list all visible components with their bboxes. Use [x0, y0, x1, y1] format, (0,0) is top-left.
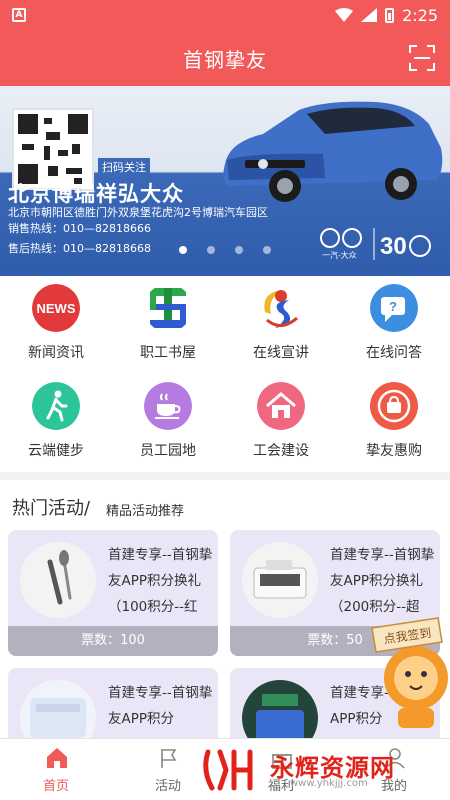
activity-title: 首建专享--首钢挚友APP积分换礼（100积分--红 — [108, 547, 213, 615]
app-root: A 2:25 首钢挚友 扫码关注 北京博瑞祥弘大众 北京市朝阳区德胜门外双泉堡花… — [0, 0, 450, 800]
signin-mascot-button[interactable]: 点我签到 — [368, 612, 450, 732]
svg-text:NEWS: NEWS — [37, 301, 76, 316]
battery-icon — [385, 7, 395, 23]
grid-item-news[interactable]: NEWS 新闻资讯 — [0, 280, 112, 376]
grid-item-label: 在线问答 — [366, 345, 422, 361]
carousel-dots — [0, 246, 450, 254]
watermark-url: www.yhkjjj.com — [290, 778, 368, 789]
notification-icon: A — [12, 8, 26, 22]
signal-icon — [361, 8, 378, 22]
grid-item-bookhouse[interactable]: 职工书屋 — [112, 280, 224, 376]
carousel-dot[interactable] — [263, 246, 271, 254]
status-time: 2:25 — [402, 5, 438, 25]
house-icon — [257, 382, 305, 430]
status-bar: A 2:25 — [0, 0, 450, 30]
home-icon — [47, 748, 67, 768]
scan-hint: 扫码关注 — [98, 158, 150, 176]
carousel-dot[interactable] — [179, 246, 187, 254]
nav-label: 首页 — [42, 779, 69, 794]
flag-icon — [161, 749, 177, 768]
grid-item-label: 员工园地 — [140, 443, 196, 459]
grid-item-label: 工会建设 — [253, 443, 309, 459]
activity-tickets: 票数：100 — [8, 626, 218, 656]
activity-title: 首建专享--首钢挚友APP积分换礼（200积分--超 — [330, 547, 435, 615]
nav-home[interactable]: 首页 — [0, 739, 112, 800]
coffee-icon — [144, 382, 192, 430]
bookhouse-icon — [150, 288, 186, 328]
qa-icon: ? — [370, 284, 418, 332]
scan-icon[interactable] — [408, 44, 436, 72]
page-title: 首钢挚友 — [183, 47, 267, 72]
activity-title: 首建专享--首钢挚友APP积分 — [108, 685, 213, 727]
wifi-icon — [335, 8, 354, 22]
grid-item-qa[interactable]: ? 在线问答 — [338, 280, 450, 376]
app-header: 首钢挚友 — [0, 30, 450, 86]
lecture-icon — [264, 290, 298, 328]
banner-address: 北京市朝阳区德胜门外双泉堡花虎沟2号博瑞汽车园区 — [8, 206, 268, 219]
grid-item-label: 在线宣讲 — [253, 345, 309, 361]
banner-sales-line: 销售热线：010—82818666 — [8, 222, 151, 235]
carousel-dot[interactable] — [235, 246, 243, 254]
walk-icon — [32, 382, 80, 430]
brand-logos: 一汽-大众 30 — [320, 228, 431, 260]
grid-item-garden[interactable]: 员工园地 — [112, 378, 224, 474]
grid-item-union[interactable]: 工会建设 — [225, 378, 337, 474]
grid-item-lecture[interactable]: 在线宣讲 — [225, 280, 337, 376]
activity-card[interactable]: 首建专享--首钢挚友APP积分换礼（100积分--红 票数：100 — [8, 530, 218, 656]
activity-thumbnail — [20, 542, 96, 618]
section-title: 热门活动/ — [12, 498, 91, 519]
grid-item-label: 云端健步 — [28, 443, 84, 459]
banner-carousel[interactable]: 扫码关注 北京博瑞祥弘大众 北京市朝阳区德胜门外双泉堡花虎沟2号博瑞汽车园区 销… — [0, 86, 450, 276]
svg-text:?: ? — [389, 299, 397, 314]
grid-item-label: 新闻资讯 — [28, 345, 84, 361]
carousel-dot[interactable] — [207, 246, 215, 254]
grid-item-label: 职工书屋 — [140, 345, 196, 361]
news-icon: NEWS — [32, 284, 80, 332]
grid-item-shop[interactable]: 挚友惠购 — [338, 378, 450, 474]
shop-icon — [370, 382, 418, 430]
grid-item-walk[interactable]: 云端健步 — [0, 378, 112, 474]
car-image — [223, 101, 443, 202]
section-subtitle: 精品活动推荐 — [106, 504, 185, 519]
status-icons: 2:25 — [335, 6, 438, 25]
activity-thumbnail — [242, 542, 318, 618]
grid-item-label: 挚友惠购 — [366, 443, 422, 459]
feature-grid: NEWS 新闻资讯 职工书屋 在线宣讲 ? 在线问答 云端健步 员工园地 工会建… — [0, 276, 450, 472]
